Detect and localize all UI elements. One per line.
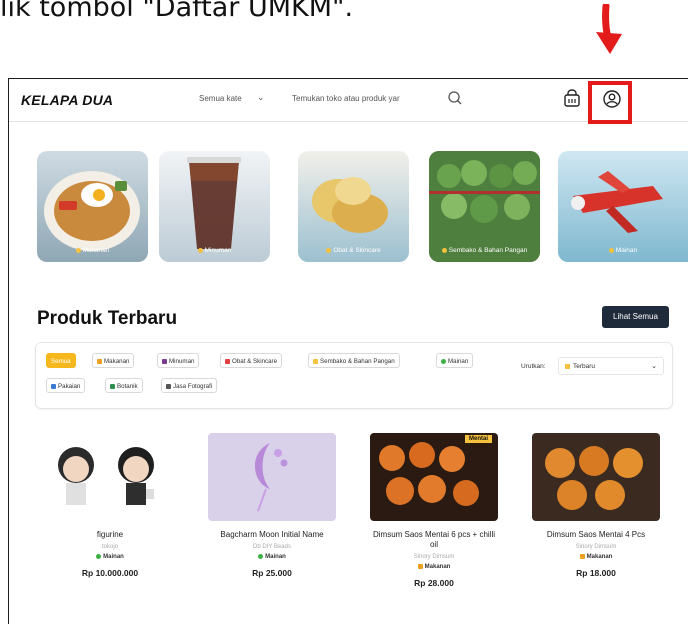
category-label: Minuman xyxy=(159,247,270,254)
product-price: Rp 28.000 xyxy=(414,578,454,589)
category-label: Mainan xyxy=(558,247,688,254)
filter-panel: Semua Makanan Minuman Obat & Skincare Se… xyxy=(35,342,673,409)
chevron-down-icon[interactable]: ⌄ xyxy=(257,92,265,103)
product-image xyxy=(208,433,336,521)
instruction-text: lik tombol "Daftar UMKM". xyxy=(0,0,354,23)
filter-chip-makanan[interactable]: Makanan xyxy=(92,353,135,368)
category-card-sembako[interactable]: Sembako & Bahan Pangan xyxy=(429,151,540,262)
highlight-box xyxy=(588,81,632,124)
red-arrow-icon xyxy=(596,4,622,54)
product-category: Makanan xyxy=(370,564,498,570)
search-input[interactable]: Temukan toko atau produk yar xyxy=(292,94,442,103)
sort-select[interactable]: Terbaru ⌄ xyxy=(558,357,664,375)
product-name[interactable]: Dimsum Saos Mentai 4 Pcs xyxy=(532,530,660,540)
product-store: Sinory Dimsum xyxy=(413,554,455,560)
filter-chip-botanik[interactable]: Botanik xyxy=(105,378,143,393)
food-plate-image xyxy=(44,171,140,251)
filter-chip-mainan[interactable]: Mainan xyxy=(436,353,474,368)
category-card-mainan[interactable]: Mainan xyxy=(558,151,688,262)
category-label: Obat & Skincare xyxy=(298,247,409,254)
product-category: Mainan xyxy=(208,554,336,560)
filter-chip-minuman[interactable]: Minuman xyxy=(157,353,200,368)
toy-plane-image xyxy=(571,171,663,233)
category-select[interactable]: Semua kate xyxy=(199,94,242,103)
product-badge: Mentai xyxy=(464,435,492,443)
product-price: Rp 10.000.000 xyxy=(81,568,139,579)
product-image xyxy=(532,433,660,521)
app-window: KELAPA DUA Semua kate ⌄ Temukan toko ata… xyxy=(8,78,688,624)
vegetables-image xyxy=(429,151,540,262)
category-card-minuman[interactable]: Minuman xyxy=(159,151,270,262)
product-image: Mentai xyxy=(370,433,498,521)
search-icon[interactable] xyxy=(446,89,464,107)
product-category: Mainan xyxy=(46,554,174,560)
sort-label: Urutkan: xyxy=(521,363,546,370)
top-navigation: KELAPA DUA Semua kate ⌄ Temukan toko ata… xyxy=(9,79,688,122)
chips-image xyxy=(312,177,388,233)
filter-chip-semua[interactable]: Semua xyxy=(46,353,76,368)
category-card-obat-skincare[interactable]: Obat & Skincare xyxy=(298,151,409,262)
product-price: Rp 25.000 xyxy=(252,568,292,579)
product-store: Db DIY Beads xyxy=(253,544,291,550)
category-card-makanan[interactable]: Makanan xyxy=(37,151,148,262)
product-card[interactable]: figurine tokojo Mainan Rp 10.000.000 xyxy=(46,433,174,578)
chevron-down-icon: ⌄ xyxy=(651,363,657,370)
section-title: Produk Terbaru xyxy=(37,308,178,329)
category-label: Sembako & Bahan Pangan xyxy=(429,247,540,254)
see-all-button[interactable]: Lihat Semua xyxy=(602,306,669,328)
cart-icon[interactable] xyxy=(562,89,582,109)
product-store: tokojo xyxy=(101,544,118,550)
filter-chip-jasa-fotografi[interactable]: Jasa Fotografi xyxy=(161,378,218,393)
product-name[interactable]: Bagcharm Moon Initial Name xyxy=(208,530,336,540)
product-card[interactable]: Bagcharm Moon Initial Name Db DIY Beads … xyxy=(208,433,336,578)
product-image xyxy=(46,433,174,521)
product-card[interactable]: Dimsum Saos Mentai 4 Pcs Sinory Dimsum M… xyxy=(532,433,660,578)
product-store: Sinory Dimsum xyxy=(575,544,617,550)
product-price: Rp 18.000 xyxy=(576,568,616,579)
product-category: Makanan xyxy=(532,554,660,560)
logo[interactable]: KELAPA DUA xyxy=(21,92,113,108)
filter-chip-obat-skincare[interactable]: Obat & Skincare xyxy=(220,353,283,368)
product-name[interactable]: Dimsum Saos Mentai 6 pcs + chilli oil xyxy=(370,530,498,550)
product-name[interactable]: figurine xyxy=(46,530,174,540)
filter-chip-sembako[interactable]: Sembako & Bahan Pangan xyxy=(308,353,400,368)
product-card[interactable]: Mentai Dimsum Saos Mentai 6 pcs + chilli… xyxy=(370,433,498,588)
iced-drink-image xyxy=(187,157,241,249)
filter-chip-pakaian[interactable]: Pakaian xyxy=(46,378,86,393)
category-label: Makanan xyxy=(37,247,148,254)
